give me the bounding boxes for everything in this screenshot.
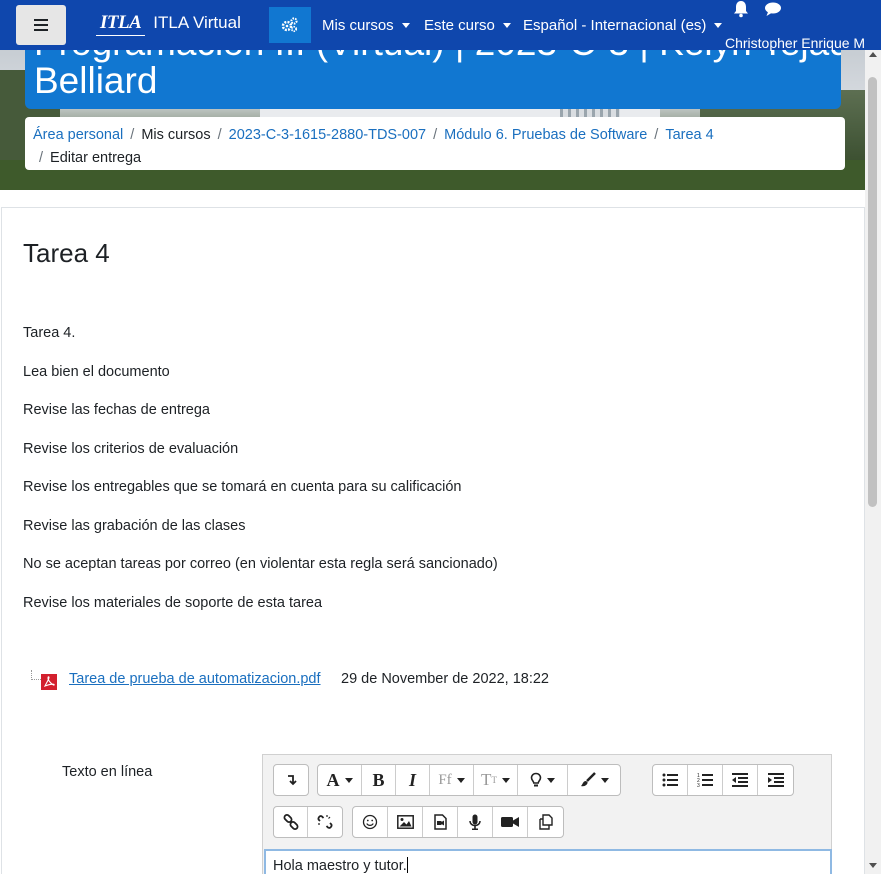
navbar: ITLA ITLA Virtual Mis cursos Este curso … xyxy=(0,0,881,51)
caret-down-icon xyxy=(401,23,410,28)
description-line: Lea bien el documento xyxy=(23,363,170,380)
caret-down-icon xyxy=(714,23,723,28)
toolbar-group-style: A B I Ff TT xyxy=(317,764,621,796)
font-size-icon[interactable]: TT xyxy=(474,765,518,795)
breadcrumb-separator: / xyxy=(433,127,438,143)
scroll-up-arrow-icon[interactable] xyxy=(869,52,877,57)
unordered-list-icon[interactable] xyxy=(653,765,688,795)
user-menu[interactable]: Christopher Enrique M xyxy=(725,35,865,51)
assignment-description: Tarea 4. Lea bien el documento Revise la… xyxy=(23,324,498,632)
bold-icon[interactable]: B xyxy=(362,765,396,795)
record-audio-icon[interactable] xyxy=(458,807,493,837)
main-content-card: Tarea 4 Tarea 4. Lea bien el documento R… xyxy=(1,207,865,874)
course-admin-button[interactable] xyxy=(269,7,311,43)
menu-este-curso[interactable]: Este curso xyxy=(424,17,511,34)
site-brand[interactable]: ITLA ITLA Virtual xyxy=(95,12,241,36)
online-text-label: Texto en línea xyxy=(62,764,153,780)
paint-brush-icon[interactable] xyxy=(568,765,620,795)
menu-language[interactable]: Español - Internacional (es) xyxy=(523,17,723,34)
menu-label: Este curso xyxy=(424,17,495,34)
unlink-icon[interactable] xyxy=(308,807,342,837)
description-line: Revise los materiales de soporte de esta… xyxy=(23,594,323,611)
outdent-icon[interactable] xyxy=(723,765,758,795)
ordered-list-icon[interactable]: 123 xyxy=(688,765,723,795)
page-scrollbar[interactable] xyxy=(865,50,881,874)
breadcrumb-separator: / xyxy=(217,127,222,143)
gears-icon xyxy=(281,17,298,33)
manage-files-icon[interactable] xyxy=(528,807,563,837)
toolbar-group-collapse xyxy=(273,764,309,796)
notifications-bell-icon[interactable] xyxy=(732,0,750,23)
course-title-line2: Belliard xyxy=(34,60,158,101)
breadcrumb-area-personal[interactable]: Área personal xyxy=(33,127,123,143)
media-icon[interactable] xyxy=(423,807,458,837)
menu-label: Mis cursos xyxy=(322,17,394,34)
toolbar-group-media xyxy=(352,806,564,838)
messages-chat-icon[interactable] xyxy=(764,1,782,22)
scroll-down-arrow-icon[interactable] xyxy=(869,863,877,868)
breadcrumb-tarea[interactable]: Tarea 4 xyxy=(665,127,713,143)
description-line: Revise los entregables que se tomará en … xyxy=(23,479,462,495)
file-tree-connector xyxy=(31,670,41,680)
online-text-editor-area[interactable]: Hola maestro y tutor. xyxy=(264,849,832,874)
breadcrumb-separator: / xyxy=(39,150,44,166)
course-title: Programación III (Virtual) | 2023-C-3 | … xyxy=(25,50,841,109)
italic-icon[interactable]: I xyxy=(396,765,430,795)
menu-mis-cursos[interactable]: Mis cursos xyxy=(322,17,410,34)
description-line: Tarea 4. xyxy=(23,325,76,341)
attachment-link[interactable]: Tarea de prueba de automatizacion.pdf xyxy=(69,671,321,687)
menu-label: Español - Internacional (es) xyxy=(523,17,707,34)
breadcrumb-mis-cursos: Mis cursos xyxy=(141,127,211,143)
toolbar-group-lists: 123 xyxy=(652,764,794,796)
breadcrumb-separator: / xyxy=(130,127,135,143)
breadcrumb-current: Editar entrega xyxy=(50,150,142,166)
font-family-icon[interactable]: Ff xyxy=(430,765,474,795)
font-color-icon[interactable]: A xyxy=(318,765,362,795)
scrollbar-thumb[interactable] xyxy=(868,77,877,507)
caret-down-icon xyxy=(502,23,511,28)
pdf-icon xyxy=(41,674,57,690)
itla-logo: ITLA xyxy=(95,12,146,36)
breadcrumb-module[interactable]: Módulo 6. Pruebas de Software xyxy=(444,127,647,143)
record-video-icon[interactable] xyxy=(493,807,528,837)
breadcrumb-course[interactable]: 2023-C-3-1615-2880-TDS-007 xyxy=(229,127,426,143)
breadcrumb-separator: / xyxy=(654,127,659,143)
menu-toggle-button[interactable] xyxy=(16,5,66,45)
svg-text:3: 3 xyxy=(697,783,700,787)
description-line: Revise las grabación de las clases xyxy=(23,517,246,534)
image-icon[interactable] xyxy=(388,807,423,837)
text-cursor xyxy=(406,857,408,873)
editor-content: Hola maestro y tutor. xyxy=(273,858,407,874)
emoji-icon[interactable] xyxy=(353,807,388,837)
page-title: Tarea 4 xyxy=(23,238,110,268)
text-editor: A B I Ff TT 123 Hola maestro y tutor. xyxy=(262,754,832,874)
hamburger-icon xyxy=(34,19,48,31)
attachment-date: 29 de November de 2022, 18:22 xyxy=(341,671,549,687)
description-line: No se aceptan tareas por correo (en viol… xyxy=(23,556,498,572)
highlight-icon[interactable] xyxy=(518,765,568,795)
description-line: Revise las fechas de entrega xyxy=(23,402,210,418)
course-header: Programación III (Virtual) | 2023-C-3 | … xyxy=(0,50,865,190)
link-icon[interactable] xyxy=(274,807,308,837)
description-line: Revise los criterios de evaluación xyxy=(23,440,239,457)
site-name: ITLA Virtual xyxy=(153,13,241,32)
breadcrumb: Área personal / Mis cursos / 2023-C-3-1615-2… xyxy=(25,117,845,170)
collapse-icon[interactable] xyxy=(274,765,308,795)
indent-icon[interactable] xyxy=(758,765,793,795)
toolbar-group-links xyxy=(273,806,343,838)
